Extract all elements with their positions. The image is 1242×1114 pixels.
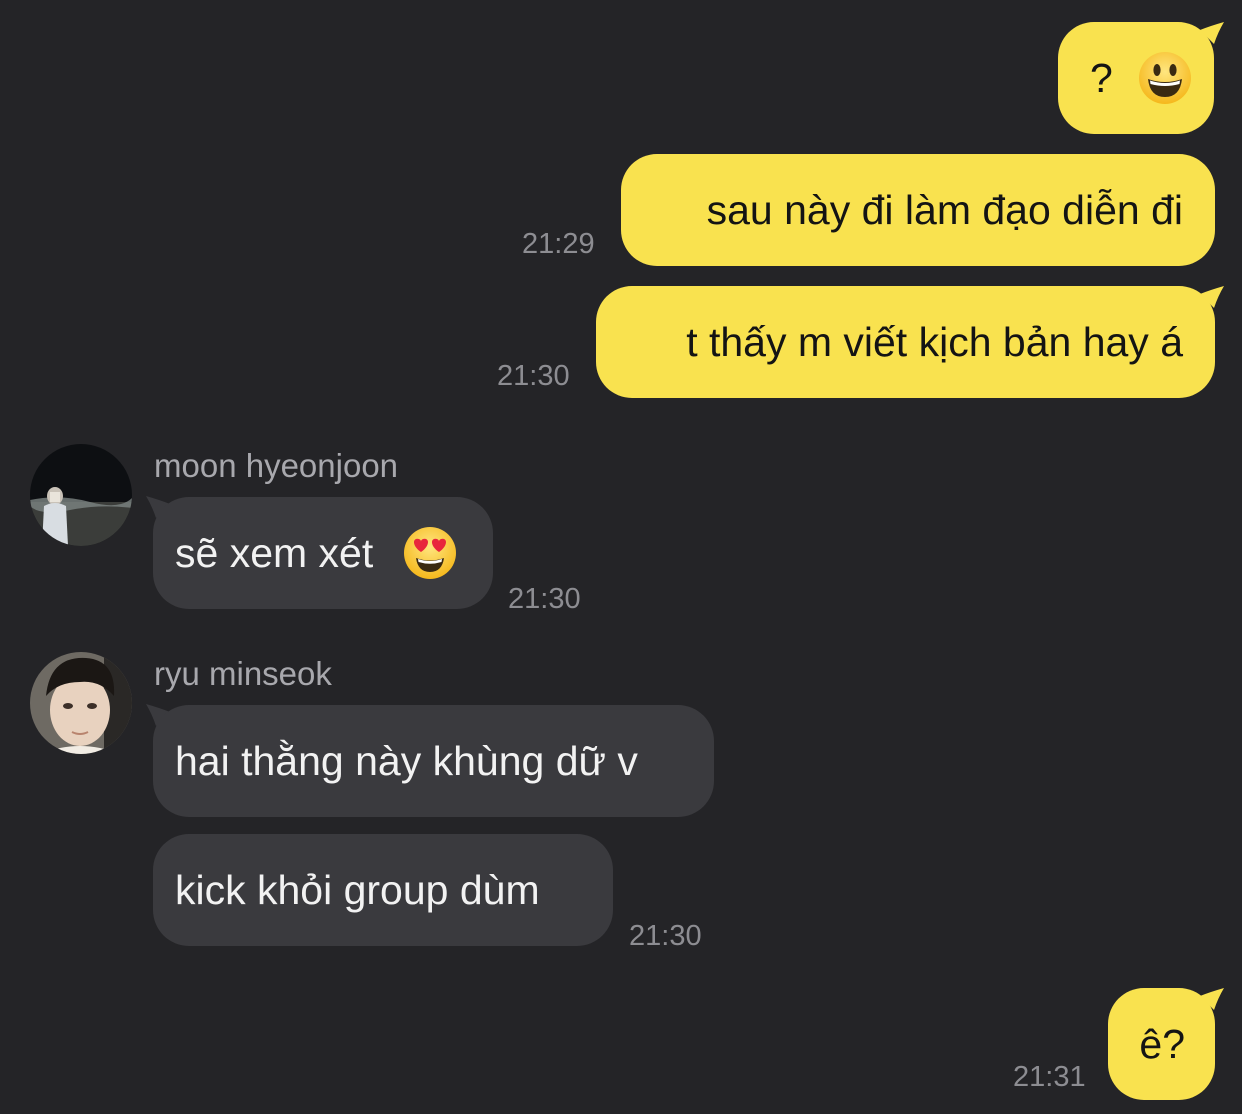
message-timestamp: 21:31 [1013, 1061, 1086, 1093]
message-timestamp: 21:29 [522, 228, 595, 260]
message-timestamp: 21:30 [629, 920, 702, 952]
message-text: sau này đi làm đạo diễn đi [706, 187, 1183, 233]
sender-name: ryu minseok [154, 655, 332, 692]
bubble-tail [1200, 22, 1224, 44]
avatar-moon-hyeonjoon[interactable] [30, 444, 132, 546]
message-text: t thấy m viết kịch bản hay á [686, 319, 1183, 365]
incoming-message-bubble[interactable]: kick khỏi group dùm [153, 834, 613, 946]
avatar-ryu-minseok[interactable] [30, 652, 132, 754]
message-text: ê? [1139, 1021, 1185, 1067]
incoming-message-bubble[interactable]: hai thằng này khùng dữ v [153, 705, 714, 817]
grinning-face-emoji [1139, 52, 1192, 105]
message-timestamp: 21:30 [508, 583, 581, 615]
outgoing-message-bubble[interactable]: sau này đi làm đạo diễn đi [621, 154, 1215, 266]
message-text: kick khỏi group dùm [175, 867, 540, 913]
message-text: hai thằng này khùng dữ v [175, 738, 638, 784]
message-text: sẽ xem xét [175, 530, 374, 576]
incoming-message-bubble[interactable]: sẽ xem xét [153, 497, 493, 609]
outgoing-message-bubble[interactable]: t thấy m viết kịch bản hay á [596, 286, 1215, 398]
profile-photo [30, 444, 132, 546]
heart-eyes-emoji [403, 527, 456, 580]
sender-name: moon hyeonjoon [154, 447, 399, 484]
chat-thread: ? 21:29 sau này đi làm đạo diễn đi 21:30… [0, 0, 1242, 1114]
bubble-tail [1200, 286, 1224, 308]
outgoing-message-bubble[interactable]: ê? [1108, 988, 1215, 1100]
outgoing-message-bubble[interactable]: ? [1058, 22, 1214, 134]
message-timestamp: 21:30 [497, 360, 570, 392]
message-text: ? [1090, 55, 1113, 101]
profile-photo [30, 652, 132, 754]
bubble-tail [1200, 988, 1224, 1010]
